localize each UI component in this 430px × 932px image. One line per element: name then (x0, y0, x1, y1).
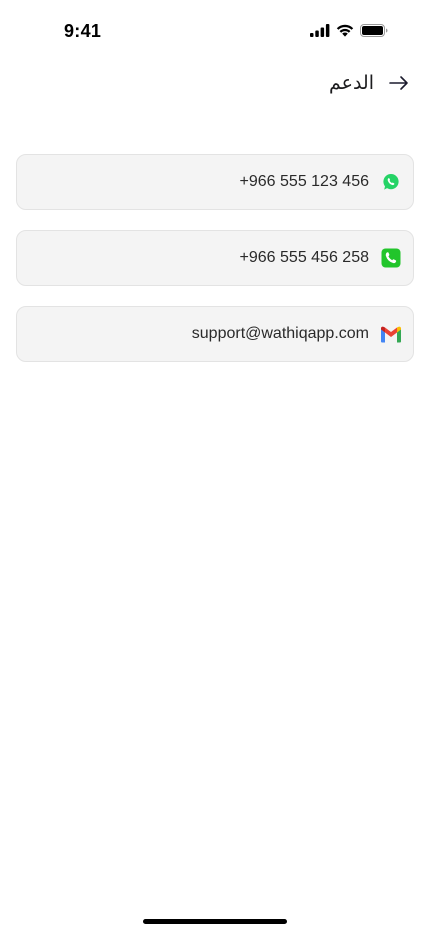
phone-icon (379, 246, 403, 270)
cellular-signal-icon (310, 24, 330, 37)
email-contact-card[interactable]: support@wathiqapp.com (16, 306, 414, 362)
email-address: support@wathiqapp.com (191, 325, 369, 342)
wifi-icon (336, 24, 354, 37)
whatsapp-icon (379, 170, 403, 194)
home-indicator (143, 919, 287, 924)
phone-contact-card[interactable]: +966 555 456 258 (16, 230, 414, 286)
back-button[interactable] (386, 70, 412, 96)
battery-icon (360, 24, 388, 37)
status-time: 9:41 (64, 21, 102, 41)
whatsapp-number: +966 555 123 456 (239, 173, 369, 190)
page-title: الدعم (328, 72, 374, 94)
contact-list: +966 555 123 456 +966 555 456 258 suppor… (16, 154, 414, 382)
status-bar: 9:41 (0, 0, 430, 62)
arrow-right-icon (389, 76, 408, 90)
gmail-icon (379, 322, 403, 346)
phone-number: +966 555 456 258 (239, 249, 369, 266)
page-header: الدعم (329, 66, 412, 100)
whatsapp-contact-card[interactable]: +966 555 123 456 (16, 154, 414, 210)
status-icons (310, 24, 388, 37)
